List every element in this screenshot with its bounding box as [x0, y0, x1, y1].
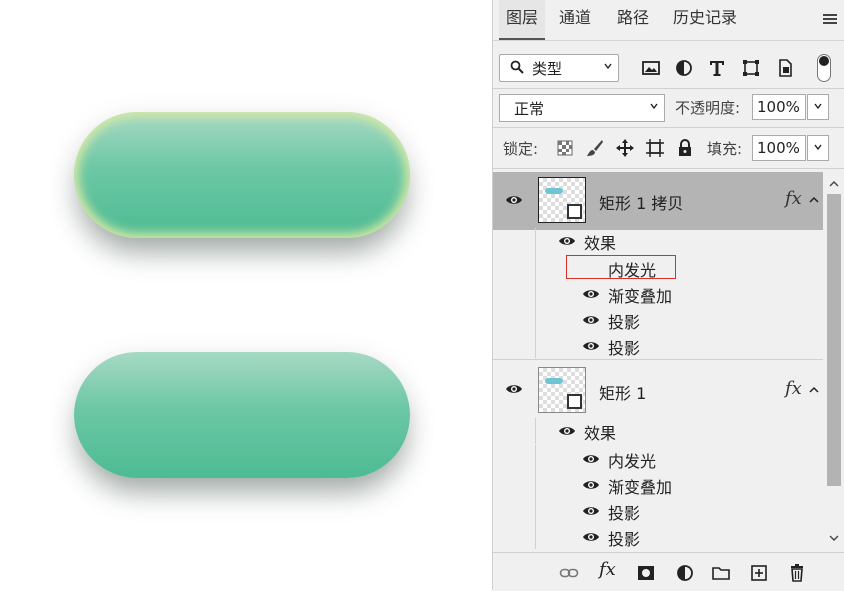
effect-drop-shadow-row[interactable]: 投影: [535, 332, 823, 358]
chevron-down-icon: [604, 63, 612, 70]
shape-layer-icon: [567, 204, 582, 219]
tab-history[interactable]: 历史记录: [673, 0, 737, 38]
opacity-dropdown-button[interactable]: [807, 94, 829, 120]
layer-list: 矩形 1 拷贝 fx 效果 内发光 渐变叠加 投影 投影 矩形 1 fx 效果 …: [493, 172, 823, 552]
chevron-up-icon[interactable]: [809, 386, 819, 394]
effect-gradient-overlay-row[interactable]: 渐变叠加: [535, 280, 823, 306]
eye-icon[interactable]: [582, 505, 600, 517]
effect-inner-glow-row[interactable]: 内发光: [535, 445, 823, 471]
eye-icon[interactable]: [582, 288, 600, 300]
smart-object-filter-icon[interactable]: [775, 58, 795, 78]
scroll-down-icon[interactable]: [829, 534, 839, 542]
layer-thumbnail[interactable]: [538, 177, 586, 223]
filter-type-label: 类型: [532, 60, 563, 78]
fx-icon[interactable]: fx: [785, 378, 802, 399]
fill-dropdown-button[interactable]: [807, 135, 829, 161]
pixel-layer-filter-icon[interactable]: [641, 58, 661, 78]
layer-list-scrollbar[interactable]: [823, 172, 844, 552]
effect-drop-shadow-row[interactable]: 投影: [535, 306, 823, 332]
effects-row[interactable]: 效果: [535, 228, 823, 254]
new-layer-icon[interactable]: [749, 563, 769, 583]
document-canvas[interactable]: [0, 0, 490, 590]
fx-icon[interactable]: fx: [785, 188, 802, 209]
lock-artboard-icon[interactable]: [645, 138, 665, 158]
lock-transparent-pixels-icon[interactable]: [555, 138, 575, 158]
inner-glow-highlight-box: [566, 255, 676, 279]
lock-image-pixels-brush-icon[interactable]: [585, 138, 605, 158]
lock-position-move-icon[interactable]: [615, 138, 635, 158]
rounded-rectangle[interactable]: [74, 352, 410, 478]
tab-layers[interactable]: 图层: [499, 0, 545, 40]
adjustment-layer-filter-icon[interactable]: [674, 58, 694, 78]
layer-name[interactable]: 矩形 1 拷贝: [599, 190, 683, 214]
effect-gradient-overlay-row[interactable]: 渐变叠加: [535, 471, 823, 497]
lock-label: 锁定:: [503, 140, 539, 158]
chevron-up-icon[interactable]: [809, 196, 819, 204]
fill-label: 填充:: [707, 140, 743, 158]
opacity-input[interactable]: 100%: [752, 94, 806, 120]
eye-icon[interactable]: [582, 453, 600, 465]
effect-drop-shadow-row[interactable]: 投影: [535, 523, 823, 549]
effect-drop-shadow-row[interactable]: 投影: [535, 497, 823, 523]
delete-layer-trash-icon[interactable]: [787, 563, 807, 583]
chevron-down-icon: [650, 103, 658, 110]
effect-name: 渐变叠加: [608, 478, 673, 497]
effects-label: 效果: [584, 424, 617, 443]
add-layer-style-fx-icon[interactable]: fx: [599, 559, 616, 580]
chevron-down-icon: [814, 103, 822, 110]
effect-name: 投影: [608, 530, 641, 549]
filter-toggle[interactable]: [817, 54, 831, 82]
eye-icon[interactable]: [505, 194, 523, 206]
effect-name: 内发光: [608, 452, 657, 471]
lock-all-icon[interactable]: [675, 138, 695, 158]
tab-channels[interactable]: 通道: [559, 0, 591, 38]
divider: [493, 359, 823, 360]
layer-name[interactable]: 矩形 1: [599, 380, 646, 404]
scrollbar-thumb[interactable]: [827, 194, 841, 486]
divider: [493, 88, 844, 89]
panel-bottom-toolbar: fx: [493, 552, 844, 591]
effect-name: 渐变叠加: [608, 287, 673, 306]
shape-layer-icon: [567, 394, 582, 409]
add-mask-icon[interactable]: [636, 563, 656, 583]
fill-input[interactable]: 100%: [752, 135, 806, 161]
panel-menu-icon[interactable]: [823, 14, 837, 26]
tab-paths[interactable]: 路径: [617, 0, 649, 38]
divider: [493, 127, 844, 128]
effects-row[interactable]: 效果: [535, 418, 823, 444]
search-icon: [510, 60, 524, 74]
type-layer-filter-icon[interactable]: [707, 58, 727, 78]
eye-icon[interactable]: [505, 383, 523, 395]
panel-tabs: 图层 通道 路径 历史记录: [493, 0, 844, 41]
effects-label: 效果: [584, 234, 617, 253]
layer-row-rectangle-1[interactable]: 矩形 1 fx: [493, 361, 823, 419]
rounded-rectangle-with-inner-glow[interactable]: [74, 112, 410, 238]
eye-icon[interactable]: [582, 479, 600, 491]
eye-icon[interactable]: [558, 235, 576, 247]
eye-icon[interactable]: [582, 314, 600, 326]
layer-row-rectangle-1-copy[interactable]: 矩形 1 拷贝 fx: [493, 172, 823, 230]
layers-panel: 图层 通道 路径 历史记录 类型 正常 不透明度: 100% 锁定: 填充: 1…: [492, 0, 844, 591]
effect-name: 投影: [608, 313, 641, 332]
effect-name: 投影: [608, 339, 641, 358]
link-layers-icon[interactable]: [559, 563, 579, 583]
eye-icon[interactable]: [582, 340, 600, 352]
blend-mode-value: 正常: [514, 100, 545, 118]
eye-icon[interactable]: [558, 425, 576, 437]
effect-name: 投影: [608, 504, 641, 523]
new-group-folder-icon[interactable]: [711, 563, 731, 583]
divider: [493, 168, 844, 169]
chevron-down-icon: [814, 144, 822, 151]
blend-mode-select[interactable]: 正常: [499, 94, 665, 122]
shape-layer-filter-icon[interactable]: [741, 58, 761, 78]
layer-thumbnail[interactable]: [538, 367, 586, 413]
new-adjustment-layer-icon[interactable]: [675, 563, 695, 583]
eye-icon[interactable]: [582, 531, 600, 543]
opacity-label: 不透明度:: [675, 99, 741, 117]
scroll-up-icon[interactable]: [829, 180, 839, 188]
filter-type-select[interactable]: 类型: [499, 54, 619, 82]
